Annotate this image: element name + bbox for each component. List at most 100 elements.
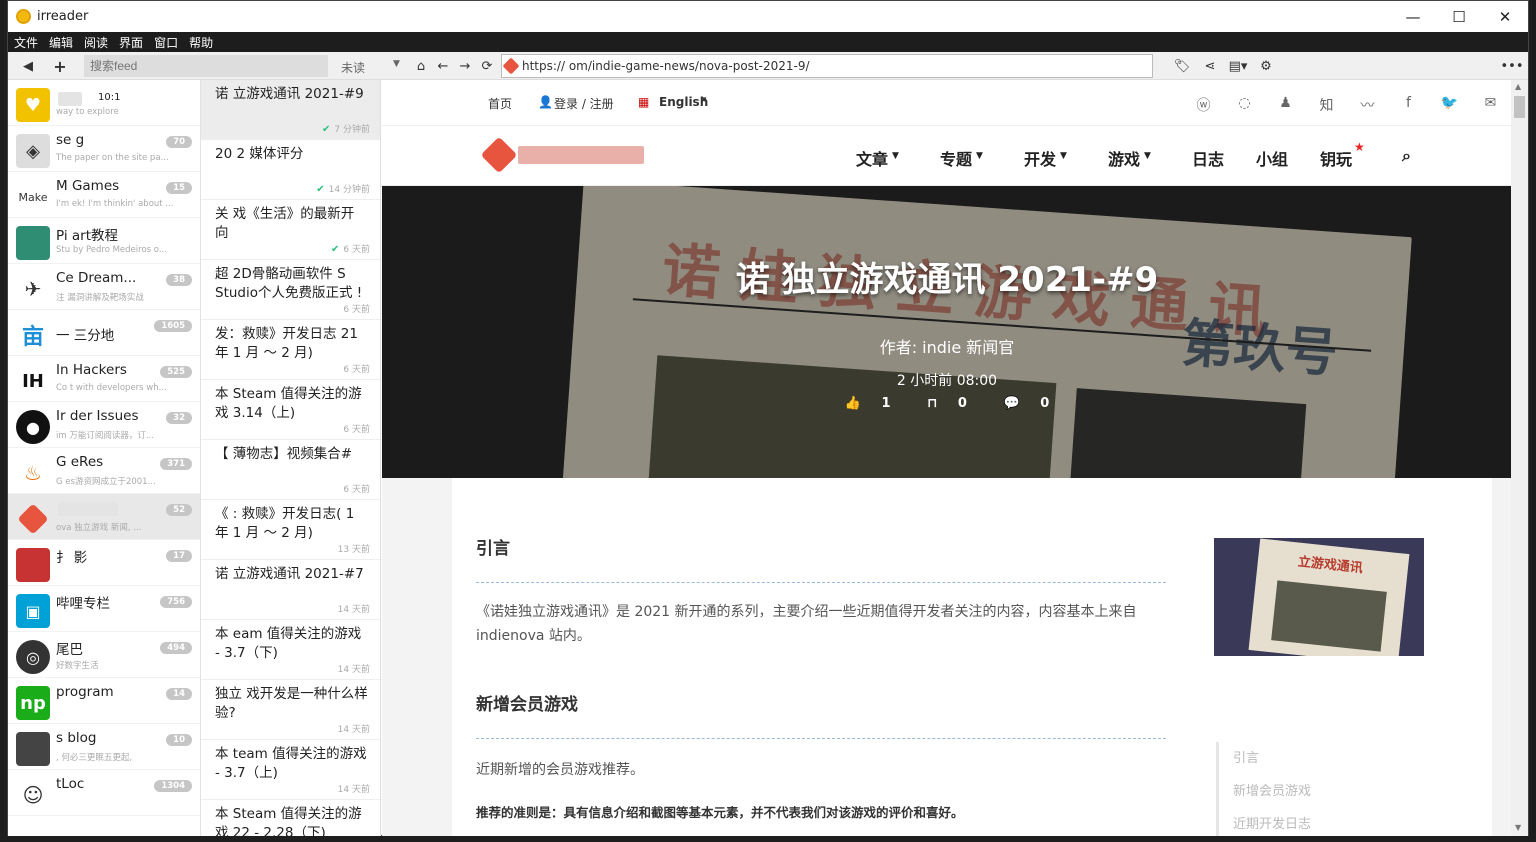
star-icon: ★ — [1354, 140, 1365, 154]
nav-articles[interactable]: 文章 — [856, 146, 888, 170]
feed-item-selected[interactable]: ova 独立游戏 新闻, ... 52 — [8, 494, 200, 540]
uk-flag-icon: ▦ — [638, 95, 650, 109]
scroll-up-icon[interactable]: ▲ — [1515, 82, 1521, 91]
unread-badge: 1304 — [154, 780, 192, 792]
collapse-left-icon[interactable]: ◀ — [16, 54, 40, 78]
feed-item[interactable]: ▣ 哔哩专栏 756 — [8, 586, 200, 632]
reader-mode-icon[interactable]: ▤▾ — [1224, 54, 1252, 78]
nav-games[interactable]: 游戏 — [1108, 146, 1140, 170]
intro-paragraph: 《诺娃独立游戏通讯》是 2021 新开通的系列，主要介绍一些近期值得开发者关注的… — [476, 604, 1137, 644]
back-icon[interactable]: ← — [432, 54, 454, 78]
article-item-selected[interactable]: 诺 立游戏通讯 2021-#9 ✔ 7 分钟前 — [201, 80, 380, 140]
facebook-icon[interactable]: f — [1388, 95, 1429, 115]
feed-item[interactable]: 扌 影 17 — [8, 540, 200, 586]
feed-item[interactable]: ● Ir der Issues im 万能订阅阅读器，订... 32 — [8, 402, 200, 448]
menu-window[interactable]: 窗口 — [154, 34, 178, 51]
weibo-icon[interactable]: ⓦ — [1183, 95, 1224, 115]
maximize-button[interactable]: ☐ — [1436, 1, 1482, 32]
more-options-icon[interactable]: ••• — [1500, 54, 1524, 78]
twitter-icon[interactable]: 🐦 — [1429, 95, 1470, 115]
feed-item[interactable]: ♨ G eRes G es游资网成立于2001... 371 — [8, 448, 200, 494]
site-logo[interactable] — [480, 136, 648, 174]
menu-file[interactable]: 文件 — [14, 34, 38, 51]
chevron-down-icon: ▼ — [976, 151, 983, 161]
article-item[interactable]: 本 eam 值得关注的游戏 - 3.7（下) 14 天前 — [201, 620, 380, 680]
title-bar: irreader — ☐ ✕ — [8, 1, 1528, 32]
unread-badge: 15 — [166, 182, 192, 194]
article-stats: 👍 1 ⊓ 0 💬 0 — [844, 396, 1050, 411]
feed-item[interactable]: np program 14 — [8, 678, 200, 724]
reload-icon[interactable]: ⟳ — [476, 54, 498, 78]
article-item[interactable]: 【 薄物志】视频集合# 6 天前 — [201, 440, 380, 500]
feed-avatar: Make — [16, 180, 50, 214]
minimize-button[interactable]: — — [1390, 1, 1436, 32]
read-check-icon: ✔ — [322, 124, 331, 135]
feed-item[interactable]: Make M Games I'm ek! I'm thinkin' about … — [8, 172, 200, 218]
feed-item[interactable]: ◎ 尾巴 好数字生活 494 — [8, 632, 200, 678]
mail-icon[interactable]: ✉ — [1470, 95, 1511, 115]
nav-topics[interactable]: 专题 — [940, 146, 972, 170]
article-item[interactable]: 本 team 值得关注的游戏 - 3.7（上) 14 天前 — [201, 740, 380, 800]
feed-item[interactable]: 亩 一 三分地 1605 — [8, 310, 200, 356]
forward-icon[interactable]: → — [454, 54, 476, 78]
nav-keys[interactable]: 钥玩 — [1320, 146, 1352, 170]
feed-item[interactable]: ✈ Ce Dream... 注 漏洞讲解及靶场实战 38 — [8, 264, 200, 310]
menu-view[interactable]: 界面 — [119, 34, 143, 51]
article-item[interactable]: 本 Steam 值得关注的游戏 22 - 2.28（下) — [201, 800, 380, 836]
toc-item[interactable]: 引言 — [1233, 742, 1416, 775]
like-icon[interactable]: 👍 — [845, 396, 861, 411]
feed-search-input[interactable] — [84, 55, 328, 77]
nav-dev[interactable]: 开发 — [1024, 146, 1056, 170]
tag-icon[interactable]: 🏷 — [1168, 54, 1196, 78]
article-author[interactable]: 作者: indie 新闻官 — [382, 334, 1511, 358]
article-item[interactable]: 本 Steam 值得关注的游戏 3.14（上) 6 天前 — [201, 380, 380, 440]
scrollbar-thumb[interactable] — [1514, 96, 1525, 118]
language-select[interactable]: English — [659, 95, 708, 109]
article-item[interactable]: 《 : 救赎》开发日志( 1 年 1 月 ～ 2 月) 13 天前 — [201, 500, 380, 560]
article-item[interactable]: 发：救赎》开发日志 21 年 1 月 ～ 2 月) 6 天前 — [201, 320, 380, 380]
feed-item[interactable]: Pi art教程 Stu by Pedro Medeiros o... — [8, 218, 200, 264]
nav-home-link[interactable]: 首页 — [488, 95, 512, 112]
bookmark-icon[interactable]: ⊓ — [927, 396, 937, 411]
article-item[interactable]: 诺 立游戏通讯 2021-#7 14 天前 — [201, 560, 380, 620]
qq-icon[interactable]: ♟ — [1265, 95, 1306, 115]
feed-item[interactable]: ♥ 10:1 way to explore — [8, 80, 200, 126]
search-icon[interactable]: ⌕ — [1402, 146, 1411, 166]
menu-read[interactable]: 阅读 — [84, 34, 108, 51]
settings-gear-icon[interactable]: ⚙ — [1252, 54, 1280, 78]
login-link[interactable]: 登录 / 注册 — [554, 95, 614, 112]
feed-item[interactable]: ◈ se g The paper on the site pa... 70 — [8, 126, 200, 172]
scroll-down-icon[interactable]: ▼ — [1515, 823, 1521, 832]
article-item[interactable]: 独立 戏开发是一种什么样 验? 14 天前 — [201, 680, 380, 740]
add-feed-icon[interactable]: + — [48, 54, 72, 78]
feed-item[interactable]: IH In Hackers Co t with developers wh...… — [8, 356, 200, 402]
toc-item[interactable]: 新增会员游戏 — [1233, 775, 1416, 808]
menu-help[interactable]: 帮助 — [189, 34, 213, 51]
feed-item[interactable]: s blog , 何必三更眠五更起, 10 — [8, 724, 200, 770]
unread-badge: 52 — [166, 504, 192, 516]
unread-dropdown-icon[interactable]: ▼ — [393, 59, 400, 69]
article-item[interactable]: 超 2D骨骼动画软件 S Studio个人免费版正式 ! 6 天前 — [201, 260, 380, 320]
feed-avatar: ♥ — [16, 88, 50, 122]
nav-logs[interactable]: 日志 — [1192, 146, 1224, 170]
menu-edit[interactable]: 编辑 — [49, 34, 73, 51]
page-scrollbar[interactable]: ▲ ▼ — [1511, 80, 1528, 836]
close-button[interactable]: ✕ — [1482, 1, 1528, 32]
wechat-icon[interactable]: ◌ — [1224, 95, 1265, 115]
url-bar[interactable]: https:// om/indie-game-news/nova-post-20… — [501, 54, 1153, 78]
article-item[interactable]: 20 2 媒体评分 ✔ 14 分钟前 — [201, 140, 380, 200]
read-check-icon: ✔ — [316, 184, 325, 195]
zhihu-icon[interactable]: 知 — [1306, 95, 1347, 115]
feed-item[interactable]: ☺ tLoc 1304 — [8, 770, 200, 816]
unread-filter[interactable]: 未读 — [341, 59, 365, 76]
article-item[interactable]: 关 戏《生活》的最新开 向 ✔ 6 天前 — [201, 200, 380, 260]
home-icon[interactable]: ⌂ — [410, 54, 432, 78]
share-icon[interactable]: ⋖ — [1196, 54, 1224, 78]
criteria-text: 推荐的准则是：具有信息介绍和截图等基本元素，并不代表我们对该游戏的评价和喜好。 — [476, 805, 964, 820]
read-check-icon: ✔ — [331, 244, 340, 255]
toc-item[interactable]: 近期开发日志 — [1233, 808, 1416, 836]
nav-groups[interactable]: 小组 — [1256, 146, 1288, 170]
bilibili-icon[interactable]: 〰 — [1347, 95, 1388, 115]
comment-icon[interactable]: 💬 — [1004, 396, 1020, 411]
unread-badge: 14 — [166, 688, 192, 700]
